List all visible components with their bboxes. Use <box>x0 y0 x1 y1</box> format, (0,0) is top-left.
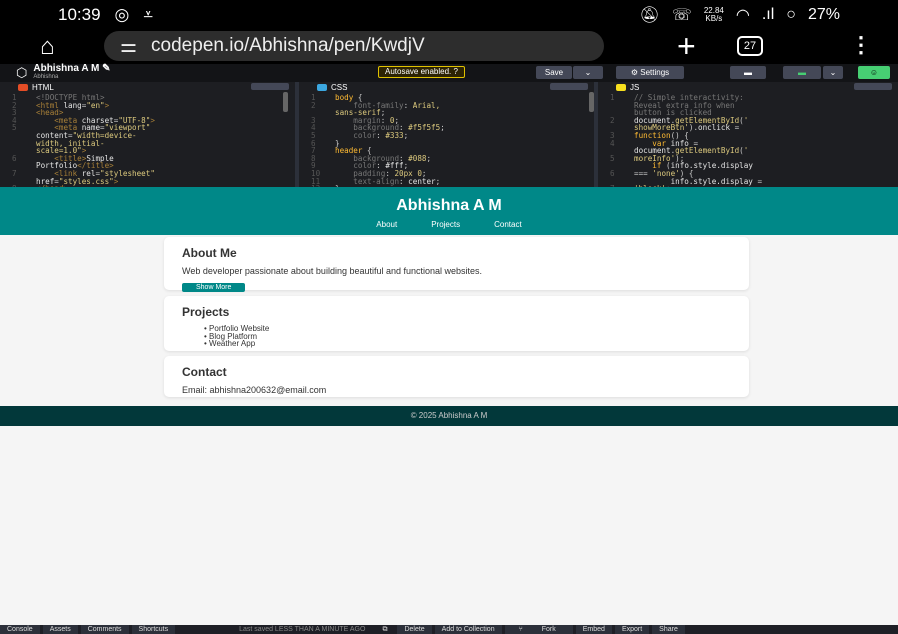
fork-label: Fork <box>534 626 563 633</box>
save-button[interactable]: Save <box>536 66 572 79</box>
add-to-collection-button[interactable]: Add to Collection <box>434 625 502 634</box>
contact-heading: Contact <box>182 365 227 379</box>
wifi-calling-icon: ☏ <box>671 7 692 24</box>
html-scrollbar[interactable] <box>283 92 288 112</box>
menu-icon[interactable]: ⋮ <box>850 32 872 58</box>
css-editor-label: CSS <box>331 82 348 92</box>
user-avatar[interactable]: ☺ <box>858 66 890 79</box>
line-numbers: 12345678910111213 <box>311 93 321 187</box>
codepen-header: ⬡ Abhishna A M ✎ Abhishna Autosave enabl… <box>0 64 898 82</box>
about-heading: About Me <box>182 246 237 260</box>
browser-toolbar: ⌂ ⚌ codepen.io/Abhishna/pen/KwdjV + 27 ⋮ <box>0 28 898 65</box>
codepen-footer: Console Assets Comments Shortcuts Last s… <box>0 625 898 634</box>
status-bar: 10:39 ◎ ⩡ 🔕︎ ☏ 22.84 KB/s ◠ .ıl ○ 27% <box>0 0 898 30</box>
whatsapp-icon: ◎ <box>114 5 130 24</box>
nav-link-about[interactable]: About <box>376 220 397 229</box>
site-nav: About Projects Contact <box>0 220 898 229</box>
external-link-icon[interactable]: ⧉ <box>375 625 394 634</box>
js-editor-header: JS <box>598 82 898 92</box>
bookmark-button[interactable]: ▬ <box>783 66 821 79</box>
gear-icon: ⚙ <box>630 68 641 77</box>
css-scrollbar[interactable] <box>589 92 594 112</box>
edit-pencil-icon[interactable]: ✎ <box>102 63 110 74</box>
comments-button[interactable]: Comments <box>80 625 129 634</box>
show-more-button[interactable]: Show More <box>182 283 246 292</box>
delete-button[interactable]: Delete <box>397 625 432 634</box>
site-header: Abhishna A M About Projects Contact <box>0 187 898 235</box>
save-dropdown-chevron-icon[interactable]: ⌄ <box>573 66 603 79</box>
projects-section: Projects Portfolio Website Blog Platform… <box>164 296 749 351</box>
clock: 10:39 <box>58 5 101 24</box>
battery-icon: ○ <box>786 6 796 23</box>
home-icon[interactable]: ⌂ <box>40 33 55 61</box>
wifi-icon: ◠ <box>735 7 750 24</box>
site-settings-icon[interactable]: ⚌ <box>120 35 137 58</box>
html-editor-settings-icon[interactable] <box>251 83 289 90</box>
html-editor-label: HTML <box>32 82 54 92</box>
nav-link-projects[interactable]: Projects <box>431 220 460 229</box>
site-title: Abhishna A M <box>396 197 502 214</box>
projects-list: Portfolio Website Blog Platform Weather … <box>182 325 731 348</box>
last-saved-text: Last saved LESS THAN A MINUTE AGO <box>239 626 366 633</box>
css-editor-header: CSS <box>299 82 594 92</box>
bookmark-icon: ▬ <box>798 68 806 77</box>
preview-pane: Abhishna A M About Projects Contact Abou… <box>0 187 898 625</box>
about-text: Web developer passionate about building … <box>182 266 483 276</box>
pen-owner-handle[interactable]: Abhishna <box>33 73 110 81</box>
bookmark-chevron-icon[interactable]: ⌄ <box>823 66 843 79</box>
editor-panels: HTML 123456789 <!DOCTYPE html> <html lan… <box>0 82 898 187</box>
assets-button[interactable]: Assets <box>42 625 78 634</box>
net-speed: 22.84 KB/s <box>703 6 724 23</box>
layout-button[interactable]: ▬ <box>730 66 766 79</box>
fork-button[interactable]: ⑂ Fork <box>504 625 573 634</box>
line-numbers: 1234567 <box>610 93 615 187</box>
contact-section: Contact Email: abhishna200632@email.com <box>164 356 749 397</box>
html-editor-header: HTML <box>0 82 295 92</box>
about-section: About Me Web developer passionate about … <box>164 237 749 292</box>
url-text: codepen.io/Abhishna/pen/KwdjV <box>151 35 425 56</box>
embed-button[interactable]: Embed <box>575 625 612 634</box>
battery-percent: 27% <box>807 6 840 23</box>
address-bar[interactable]: ⚌ codepen.io/Abhishna/pen/KwdjV <box>104 31 604 61</box>
contact-email: Email: abhishna200632@email.com <box>182 385 327 395</box>
line-numbers: 123456789 <box>12 93 17 187</box>
shortcuts-button[interactable]: Shortcuts <box>131 625 176 634</box>
js-editor-settings-icon[interactable] <box>854 83 892 90</box>
js-code[interactable]: // Simple interactivity: Reveal extra in… <box>598 92 898 187</box>
autosave-notice[interactable]: Autosave enabled. ? <box>378 66 465 78</box>
pen-owner: Abhishna A M ✎ Abhishna <box>33 63 110 81</box>
new-tab-icon[interactable]: + <box>677 28 696 65</box>
fork-icon: ⑂ <box>511 626 532 633</box>
settings-label: Settings <box>640 68 670 77</box>
html-editor[interactable]: HTML 123456789 <!DOCTYPE html> <html lan… <box>0 82 299 187</box>
projects-heading: Projects <box>182 305 230 319</box>
js-editor-label: JS <box>630 82 640 92</box>
css-editor-settings-icon[interactable] <box>550 83 588 90</box>
html-code[interactable]: <!DOCTYPE html> <html lang="en"> <head> … <box>0 92 295 187</box>
js-editor[interactable]: JS 1234567 // Simple interactivity: Reve… <box>598 82 898 187</box>
site-footer: © 2025 Abhishna A M <box>0 406 898 426</box>
export-button[interactable]: Export <box>614 625 650 634</box>
nav-link-contact[interactable]: Contact <box>494 220 522 229</box>
js-badge-icon <box>616 83 626 91</box>
settings-button[interactable]: ⚙ Settings <box>616 66 684 79</box>
tab-switcher-button[interactable]: 27 <box>737 36 763 56</box>
layout-icon: ▬ <box>744 68 752 77</box>
list-item: Blog Platform <box>204 332 731 341</box>
download-icon: ⩡ <box>143 5 153 24</box>
codepen-logo-icon[interactable]: ⬡ <box>16 65 27 81</box>
signal-icon: .ıl <box>761 6 775 23</box>
list-item: Portfolio Website <box>204 325 731 333</box>
css-editor[interactable]: CSS 12345678910111213 body { font-family… <box>299 82 598 187</box>
css-badge-icon <box>317 83 327 91</box>
html-badge-icon <box>18 83 28 91</box>
list-item: Weather App <box>204 340 731 348</box>
css-code[interactable]: body { font-family: Arial, sans-serif; m… <box>299 92 594 187</box>
console-button[interactable]: Console <box>0 625 40 634</box>
share-button[interactable]: Share <box>652 625 685 634</box>
mute-icon: 🔕︎ <box>639 7 660 24</box>
